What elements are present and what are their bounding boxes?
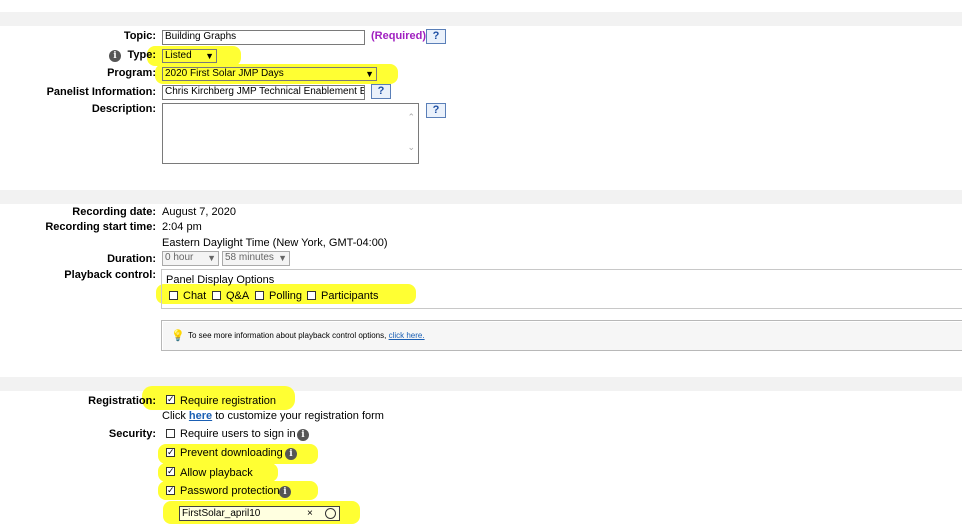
registration-label: Registration: [88,395,156,407]
chevron-down-icon: ▼ [365,69,374,79]
playback-tip-box: 💡 To see more information about playback… [161,320,962,351]
chevron-down-icon: ▼ [205,51,214,61]
program-label: Program: [107,67,156,79]
password-protection-checkbox[interactable]: ✓ [166,486,175,495]
require-sign-in-checkbox[interactable] [166,429,175,438]
topic-help-button[interactable]: ? [426,29,446,44]
registration-customize-text: Click here to customize your registratio… [162,410,384,422]
lightbulb-icon: 💡 [171,330,185,342]
type-label: Type: [127,49,156,61]
program-select-value: 2020 First Solar JMP Days [165,68,284,79]
duration-hours-select[interactable]: 0 hour ▼ [162,251,219,266]
type-info-icon[interactable]: i [109,50,121,62]
allow-playback-label: Allow playback [180,467,253,479]
playback-tip-text: To see more information about playback c… [188,331,425,340]
chat-option-label: Chat [183,290,207,302]
require-registration-label: Require registration [180,395,276,407]
recording-start-value: 2:04 pm [162,221,202,233]
reveal-password-icon[interactable] [325,508,336,519]
participants-option-label: Participants [321,290,379,302]
tip-click-here-link[interactable]: click here. [389,331,425,340]
allow-playback-checkbox[interactable]: ✓ [166,467,175,476]
section-band-top [0,12,962,26]
chevron-down-icon: ▼ [207,253,216,263]
minutes-select-value: 58 minutes [225,252,274,263]
chat-checkbox[interactable] [169,291,178,300]
type-select[interactable]: Listed ▼ [162,49,217,63]
tip-text: To see more information about playback c… [188,331,387,340]
participants-checkbox[interactable] [307,291,316,300]
polling-checkbox[interactable] [255,291,264,300]
password-protection-info-icon[interactable]: i [279,486,291,498]
password-value: FirstSolar_april10 [182,508,261,519]
playback-control-label: Playback control: [64,269,156,281]
prevent-downloading-info-icon[interactable]: i [285,448,297,460]
recording-date-label: Recording date: [72,206,156,218]
customize-registration-link[interactable]: here [189,410,212,422]
scroll-up-icon[interactable]: ⌃ [407,112,415,123]
qa-option-label: Q&A [226,290,250,302]
hours-select-value: 0 hour [165,252,194,263]
textarea-scrollbar[interactable]: ⌃ ⌄ [404,104,418,163]
description-help-button[interactable]: ? [426,103,446,118]
security-label: Security: [108,428,156,440]
recording-timezone: Eastern Daylight Time (New York, GMT-04:… [162,237,388,249]
required-indicator: (Required) [371,30,426,42]
prevent-downloading-label: Prevent downloading [180,447,283,459]
description-label: Description: [91,103,156,115]
sign-in-info-icon[interactable]: i [297,429,309,441]
customize-text: to customize your registration form [215,410,384,422]
panelist-label: Panelist Information: [46,86,156,98]
polling-option-label: Polling [269,290,303,302]
prevent-downloading-checkbox[interactable]: ✓ [166,448,175,457]
duration-label: Duration: [107,253,156,265]
scroll-down-icon[interactable]: ⌄ [407,142,415,153]
password-protection-label: Password protection [180,485,280,497]
panel-display-options-title: Panel Display Options [166,274,275,286]
chevron-down-icon: ▼ [278,253,287,263]
section-band-middle [0,190,962,204]
qa-checkbox[interactable] [212,291,221,300]
password-input[interactable]: FirstSolar_april10 × [179,506,340,521]
description-textarea[interactable]: ⌃ ⌄ [162,103,419,164]
program-select[interactable]: 2020 First Solar JMP Days ▼ [162,67,377,81]
panelist-input[interactable]: Chris Kirchberg JMP Technical Enablement… [162,85,365,100]
panel-display-options-box [161,269,962,309]
recording-start-label: Recording start time: [45,221,156,233]
recording-date-value: August 7, 2020 [162,206,237,218]
panelist-help-button[interactable]: ? [371,84,391,99]
topic-input[interactable]: Building Graphs [162,30,365,45]
duration-minutes-select[interactable]: 58 minutes ▼ [222,251,290,266]
type-select-value: Listed [165,50,192,61]
require-registration-checkbox[interactable]: ✓ [166,395,175,404]
clear-input-icon[interactable]: × [307,507,313,520]
topic-label: Topic: [123,30,156,42]
click-text: Click [162,410,186,422]
require-sign-in-label: Require users to sign in [180,428,296,440]
